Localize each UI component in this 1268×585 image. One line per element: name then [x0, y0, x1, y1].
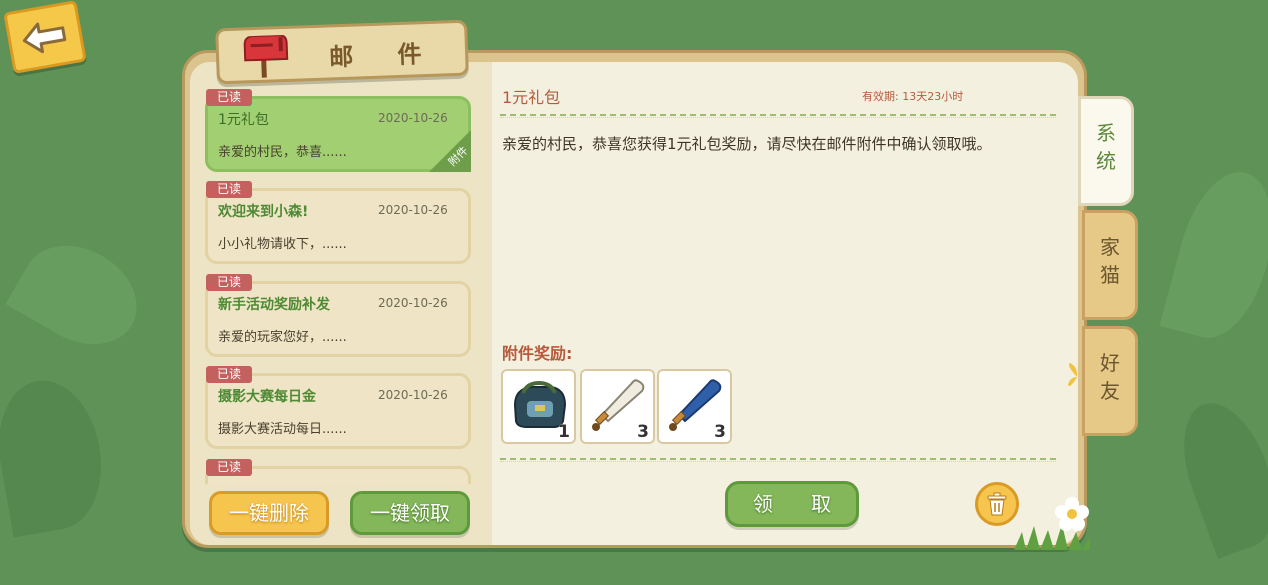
claim-all-button[interactable]: 一键领取: [350, 491, 470, 535]
mail-preview: 亲爱的村民，恭喜......: [218, 145, 347, 160]
background-leaf: [5, 226, 155, 364]
background-leaf: [1166, 391, 1268, 559]
divider: [500, 114, 1056, 118]
mail-body: 亲爱的村民，恭喜您获得1元礼包奖励，请尽快在邮件附件中确认领取哦。: [502, 135, 992, 153]
expiry-label: 有效期:: [862, 90, 899, 103]
title-plank: 邮 件: [215, 19, 469, 85]
mail-title: 1元礼包: [218, 112, 269, 128]
expiry-info: 有效期: 13天23小时: [862, 88, 963, 104]
read-badge: 已读: [206, 181, 252, 198]
mail-date: 2020-10-26: [378, 388, 448, 402]
read-badge: 已读: [206, 89, 252, 106]
mail-title: 欢迎来到小森!: [218, 204, 309, 220]
read-badge: 已读: [206, 459, 252, 476]
mail-preview: 亲爱的玩家您好，......: [218, 330, 347, 345]
rewards-label: 附件奖励:: [502, 344, 573, 363]
mail-date: 2020-10-26: [378, 296, 448, 310]
read-badge: 已读: [206, 274, 252, 291]
reward-item-1[interactable]: 1: [501, 369, 576, 444]
reward-qty: 3: [637, 422, 649, 442]
back-arrow-icon: [22, 22, 67, 54]
back-button[interactable]: [3, 0, 87, 74]
mail-preview: 小小礼物请收下，......: [218, 237, 347, 252]
mail-item-2[interactable]: 已读 欢迎来到小森! 2020-10-26 小小礼物请收下，......: [205, 181, 471, 264]
read-badge: 已读: [206, 366, 252, 383]
mail-date: 2020-10-26: [378, 111, 448, 125]
delete-mail-button[interactable]: [975, 482, 1019, 526]
divider: [500, 458, 1056, 462]
background-leaf: [1159, 161, 1268, 349]
flower-decoration: [1055, 497, 1089, 531]
tab-home-cat[interactable]: 家猫: [1082, 210, 1138, 320]
mail-detail-title: 1元礼包: [502, 88, 561, 107]
expiry-value: 13天23小时: [902, 90, 964, 103]
reward-qty: 3: [714, 422, 726, 442]
background-leaf: [0, 372, 113, 538]
mail-preview: 摄影大赛活动每日......: [218, 422, 347, 437]
claim-button[interactable]: 领 取: [725, 481, 859, 527]
mail-title: 摄影大赛每日金: [218, 389, 316, 405]
mail-date: 2020-10-26: [378, 203, 448, 217]
mail-item-1[interactable]: 已读 1元礼包 2020-10-26 亲爱的村民，恭喜...... 附件: [205, 89, 471, 172]
attachment-tag: 附件: [429, 130, 471, 172]
tab-friends[interactable]: 好友: [1082, 326, 1138, 436]
mailbox-icon: [243, 34, 289, 78]
mail-title: 新手活动奖励补发: [218, 297, 330, 313]
trash-icon: [987, 492, 1007, 516]
tab-system[interactable]: 系统: [1078, 96, 1134, 206]
butterfly-icon: [1068, 363, 1078, 386]
reward-item-3[interactable]: 3: [657, 369, 732, 444]
page-title: 邮 件: [328, 39, 440, 72]
mail-item-5[interactable]: 已读: [205, 459, 471, 484]
mail-item-3[interactable]: 已读 新手活动奖励补发 2020-10-26 亲爱的玩家您好，......: [205, 274, 471, 357]
delete-all-button[interactable]: 一键删除: [209, 491, 329, 535]
reward-qty: 1: [558, 422, 570, 442]
mail-item-4[interactable]: 已读 摄影大赛每日金 2020-10-26 摄影大赛活动每日......: [205, 366, 471, 449]
reward-item-2[interactable]: 3: [580, 369, 655, 444]
